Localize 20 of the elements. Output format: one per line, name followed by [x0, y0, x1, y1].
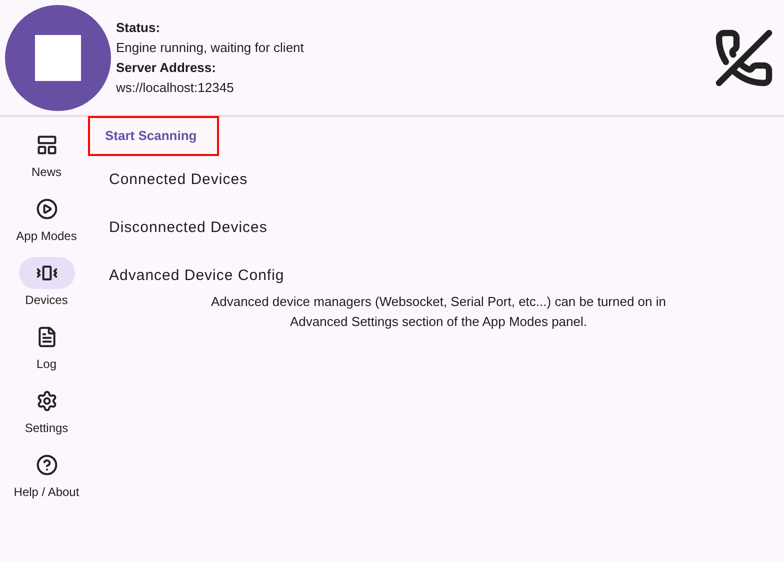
- address-text: ws://localhost:12345: [116, 78, 235, 96]
- advanced-note: Advanced device managers (Websocket, Serial Port, etc...) can be turned on in Advanced Settings section of the App Modes panel.: [210, 293, 667, 331]
- start-scanning-button[interactable]: Start Scanning: [88, 116, 219, 156]
- help-icon: [36, 454, 58, 476]
- nav-item[interactable]: App Modes: [2, 193, 92, 253]
- play-icon: [36, 198, 58, 220]
- status-text: Engine running, waiting for client: [116, 38, 304, 57]
- nav-item[interactable]: Log: [2, 321, 92, 381]
- stop-icon: [35, 34, 81, 80]
- section-header[interactable]: Connected Devices: [109, 156, 784, 204]
- layout-icon: [36, 134, 58, 156]
- nav-item[interactable]: Devices: [2, 257, 92, 317]
- section-header[interactable]: Disconnected Devices: [109, 204, 784, 252]
- phone-off-icon: [714, 28, 774, 88]
- document-icon: [36, 326, 58, 348]
- status-label: Status:: [116, 18, 162, 36]
- settings-icon: [36, 390, 58, 412]
- address-label: Server Address:: [116, 58, 217, 76]
- nav-item[interactable]: Help / About: [2, 449, 92, 509]
- nav-item[interactable]: Settings: [2, 385, 92, 445]
